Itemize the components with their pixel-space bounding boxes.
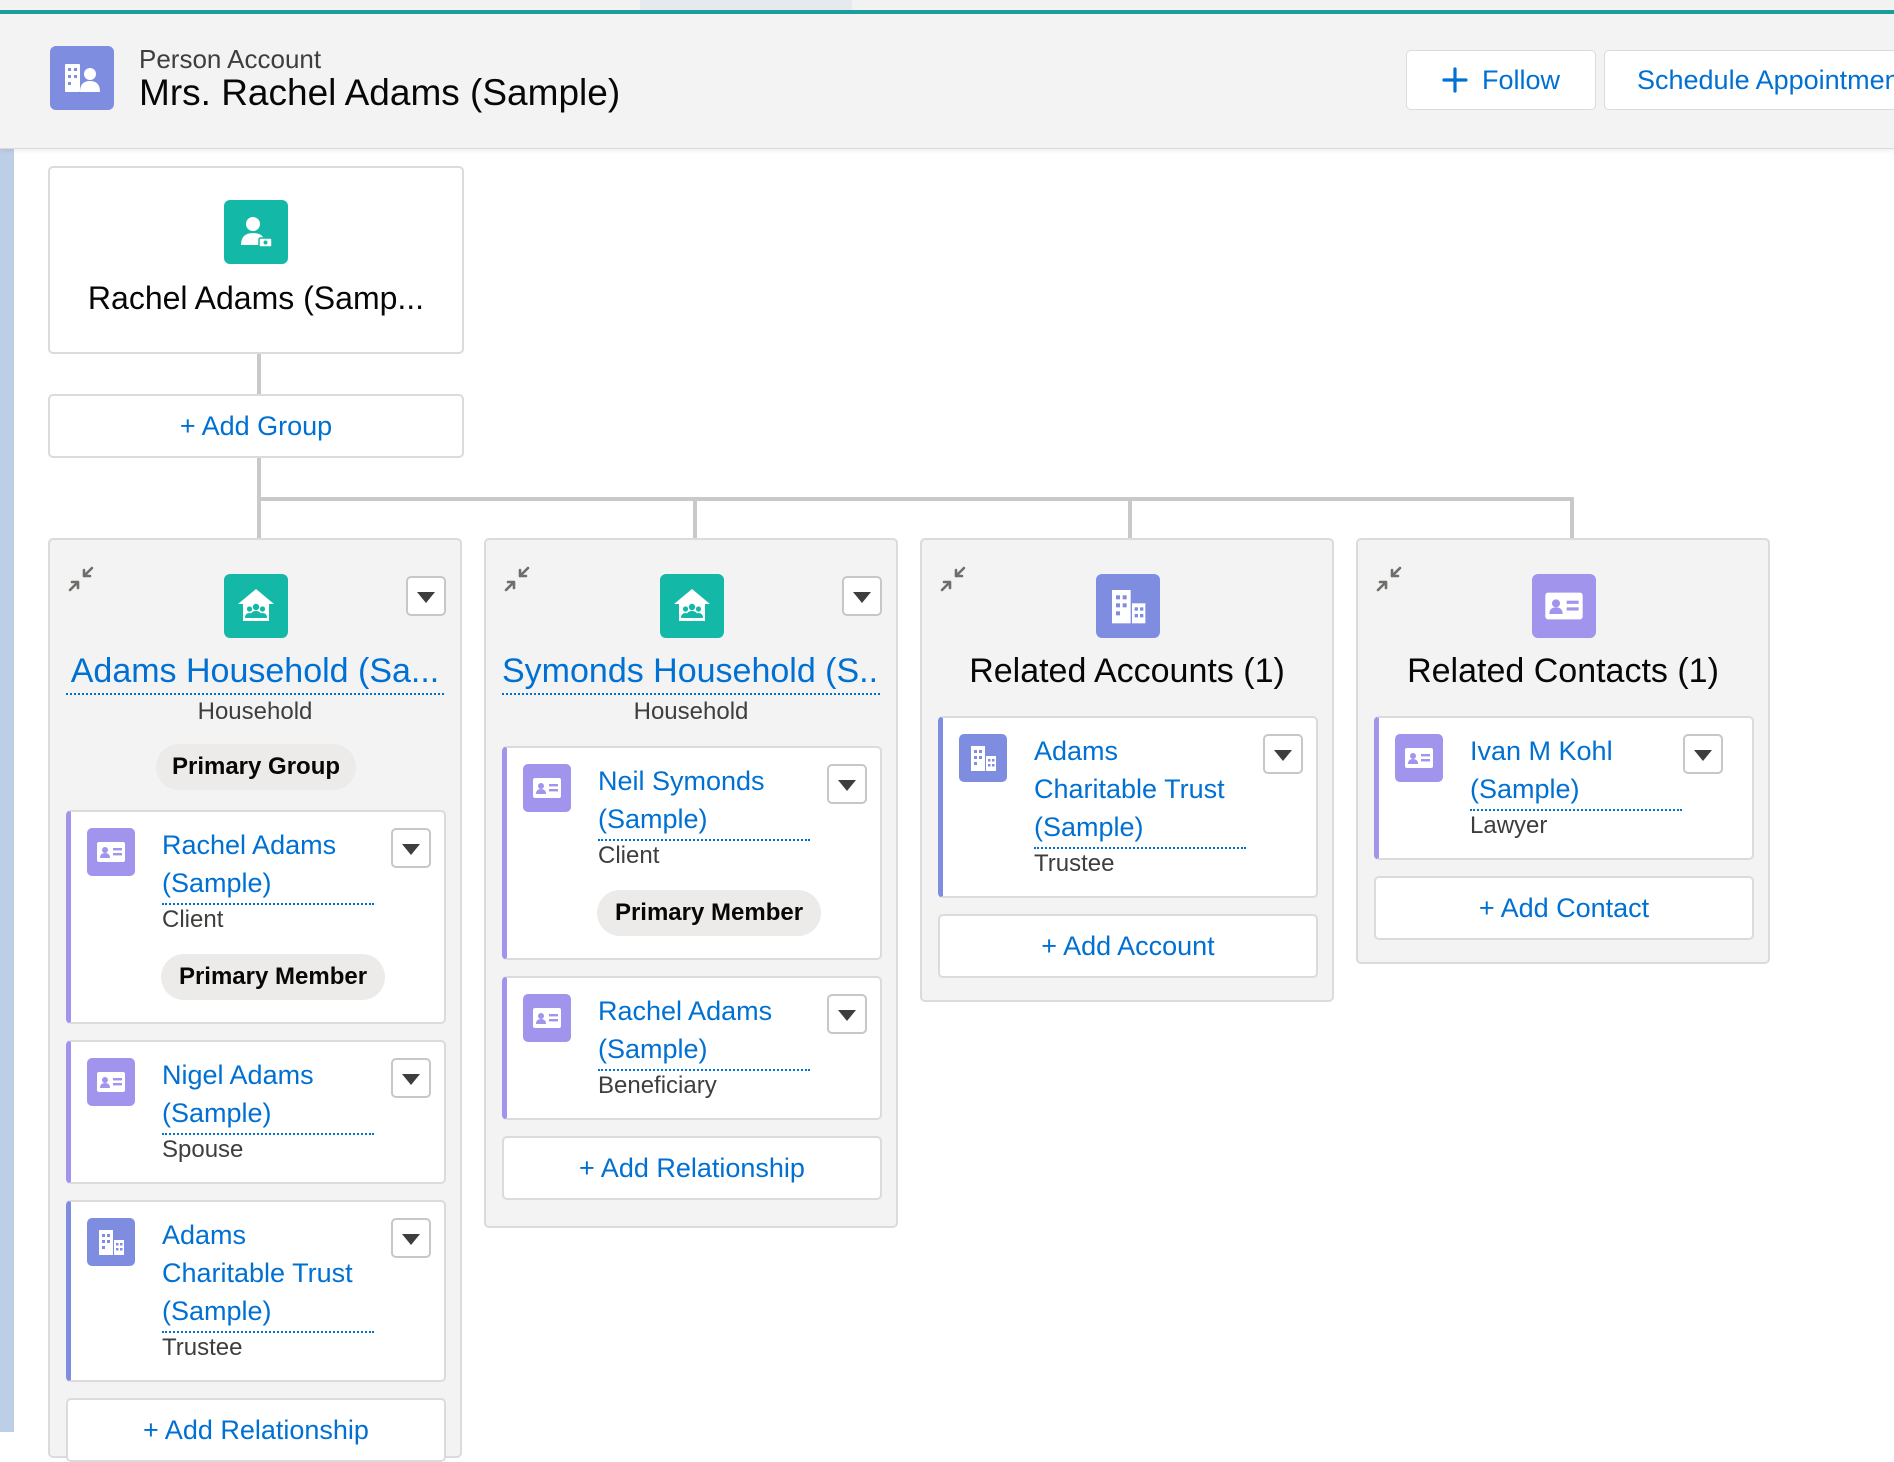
collapse-icon[interactable] (940, 566, 966, 596)
chevron-down-icon (838, 1010, 856, 1021)
member-role: Trustee (162, 1334, 243, 1361)
member-actions-dropdown[interactable] (391, 1058, 431, 1098)
chevron-down-icon (402, 844, 420, 855)
member-name-link[interactable]: Neil Symonds (Sample) (598, 762, 810, 841)
chevron-down-icon (838, 780, 856, 791)
member-role: Lawyer (1470, 812, 1548, 839)
collapse-icon[interactable] (68, 566, 94, 596)
record-title: Mrs. Rachel Adams (Sample) (139, 72, 621, 113)
add-contact-button[interactable]: + Add Contact (1374, 876, 1754, 940)
member-role: Client (598, 842, 660, 869)
group-actions-dropdown[interactable] (406, 576, 446, 616)
member-name-link[interactable]: Nigel Adams (Sample) (162, 1056, 374, 1135)
add-relationship-button[interactable]: + Add Relationship (66, 1398, 446, 1462)
chevron-down-icon (417, 592, 435, 603)
schedule-label: Schedule Appointment (1637, 64, 1894, 95)
follow-button[interactable]: Follow (1406, 50, 1596, 110)
household-icon (660, 574, 724, 638)
primary-member-badge: Primary Member (597, 890, 821, 936)
member-name-link[interactable]: Rachel Adams (Sample) (162, 826, 374, 905)
left-edge-panel (0, 148, 14, 1432)
member-actions-dropdown[interactable] (1683, 734, 1723, 774)
member-name-link[interactable]: Rachel Adams (Sample) (598, 992, 810, 1071)
primary-group-badge: Primary Group (156, 744, 356, 790)
chevron-down-icon (853, 592, 871, 603)
chevron-down-icon (402, 1234, 420, 1245)
root-client-name[interactable]: Rachel Adams (Samp... (50, 280, 462, 317)
schedule-appointment-button[interactable]: Schedule Appointment (1604, 50, 1894, 110)
member-role: Beneficiary (598, 1072, 717, 1099)
record-header: Person Account Mrs. Rachel Adams (Sample… (0, 14, 1894, 149)
member-name-link[interactable]: Ivan M Kohl (Sample) (1470, 732, 1682, 811)
add-account-button[interactable]: + Add Account (938, 914, 1318, 978)
connector-line (1128, 497, 1132, 540)
member-name-link[interactable]: Adams Charitable Trust (Sample) (1034, 732, 1246, 849)
contact-card-icon (87, 828, 135, 876)
member-card: Adams Charitable Trust (Sample) Trustee (938, 716, 1318, 898)
chevron-down-icon (1274, 750, 1292, 761)
connector-line (1570, 497, 1574, 540)
group-column-symonds-household: Symonds Household (S... Household Neil S… (484, 538, 898, 1228)
object-type-label: Person Account (139, 44, 322, 74)
contact-card-icon (523, 994, 571, 1042)
member-actions-dropdown[interactable] (391, 828, 431, 868)
member-actions-dropdown[interactable] (1263, 734, 1303, 774)
account-building-icon (1096, 574, 1160, 638)
connector-line (693, 497, 697, 540)
account-building-icon (959, 734, 1007, 782)
member-card: Adams Charitable Trust (Sample) Trustee (66, 1200, 446, 1382)
connector-line (257, 497, 1574, 501)
collapse-icon[interactable] (504, 566, 530, 596)
root-client-card: Rachel Adams (Samp... (48, 166, 464, 354)
add-relationship-button[interactable]: + Add Relationship (502, 1136, 882, 1200)
primary-member-badge: Primary Member (161, 954, 385, 1000)
related-contacts-title: Related Contacts (1) (1407, 652, 1719, 690)
group-type-label: Household (197, 698, 313, 725)
group-title-link[interactable]: Symonds Household (S... (502, 652, 880, 695)
member-card: Nigel Adams (Sample) Spouse (66, 1040, 446, 1184)
person-account-icon (50, 46, 114, 110)
related-accounts-column: Related Accounts (1) Adams Charitable Tr… (920, 538, 1334, 1002)
contact-card-icon (1532, 574, 1596, 638)
collapse-icon[interactable] (1376, 566, 1402, 596)
related-contacts-column: Related Contacts (1) Ivan M Kohl (Sample… (1356, 538, 1770, 964)
member-actions-dropdown[interactable] (391, 1218, 431, 1258)
group-type-label: Household (633, 698, 749, 725)
chevron-down-icon (402, 1074, 420, 1085)
group-column-adams-household: Adams Household (Sa... Household Primary… (48, 538, 462, 1462)
member-actions-dropdown[interactable] (827, 994, 867, 1034)
contact-card-icon (87, 1058, 135, 1106)
member-role: Spouse (162, 1136, 244, 1163)
member-card: Neil Symonds (Sample) Client Primary Mem… (502, 746, 882, 960)
chevron-down-icon (1694, 750, 1712, 761)
contact-card-icon (1395, 734, 1443, 782)
plus-icon (1442, 67, 1468, 93)
active-tab-indicator (640, 0, 852, 10)
account-building-icon (87, 1218, 135, 1266)
client-icon (224, 200, 288, 264)
contact-card-icon (523, 764, 571, 812)
group-actions-dropdown[interactable] (842, 576, 882, 616)
follow-label: Follow (1481, 64, 1561, 95)
member-role: Trustee (1034, 850, 1115, 877)
member-card: Rachel Adams (Sample) Beneficiary (502, 976, 882, 1120)
member-card: Rachel Adams (Sample) Client Primary Mem… (66, 810, 446, 1024)
add-group-button[interactable]: + Add Group (48, 394, 464, 458)
member-card: Ivan M Kohl (Sample) Lawyer (1374, 716, 1754, 860)
household-icon (224, 574, 288, 638)
group-title-link[interactable]: Adams Household (Sa... (66, 652, 444, 695)
related-accounts-title: Related Accounts (1) (969, 652, 1285, 690)
member-role: Client (162, 906, 224, 933)
connector-line (257, 354, 261, 394)
member-actions-dropdown[interactable] (827, 764, 867, 804)
member-name-link[interactable]: Adams Charitable Trust (Sample) (162, 1216, 374, 1333)
